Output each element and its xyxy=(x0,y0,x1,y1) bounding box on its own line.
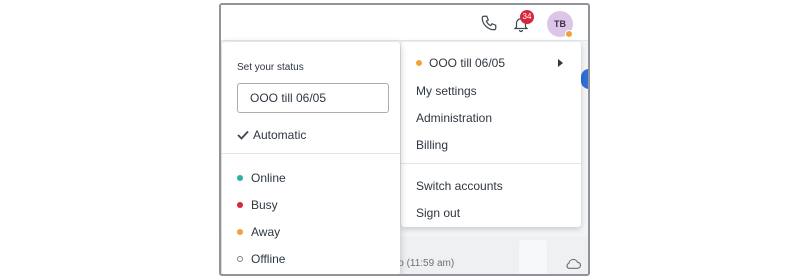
online-dot xyxy=(237,174,243,181)
status-panel-heading: Set your status xyxy=(237,62,304,73)
status-option-busy[interactable]: Busy xyxy=(237,198,278,212)
automatic-option[interactable]: Automatic xyxy=(237,128,306,142)
status-option-label: Busy xyxy=(251,198,278,212)
status-panel: Set your status Automatic Online Busy Aw… xyxy=(222,42,400,274)
menu-item-billing[interactable]: Billing xyxy=(416,138,448,152)
caret-right-icon xyxy=(558,59,563,67)
status-option-away[interactable]: Away xyxy=(237,225,280,239)
phone-icon[interactable] xyxy=(480,14,498,32)
background-card xyxy=(519,240,547,274)
menu-item-current-status[interactable]: OOO till 06/05 xyxy=(416,56,505,70)
status-option-label: Online xyxy=(251,171,286,185)
menu-item-administration[interactable]: Administration xyxy=(416,111,492,125)
check-icon xyxy=(237,130,249,140)
menu-item-sign-out[interactable]: Sign out xyxy=(416,206,460,220)
away-status-dot xyxy=(416,59,422,66)
app-window: 34 TB rs ago (11:59 am) OOO till 06/05 M… xyxy=(219,3,590,276)
cloud-icon[interactable] xyxy=(564,256,582,270)
current-status-label: OOO till 06/05 xyxy=(429,56,506,70)
status-option-online[interactable]: Online xyxy=(237,171,286,185)
menu-divider xyxy=(401,163,581,164)
status-option-offline[interactable]: Offline xyxy=(237,252,285,266)
side-tab xyxy=(581,69,588,89)
menu-item-switch-accounts[interactable]: Switch accounts xyxy=(416,179,503,193)
status-option-label: Away xyxy=(251,225,281,239)
account-menu: OOO till 06/05 My settings Administratio… xyxy=(401,42,581,227)
avatar-status-dot xyxy=(565,30,573,38)
automatic-label: Automatic xyxy=(253,128,307,142)
away-dot xyxy=(237,228,243,235)
notification-badge: 34 xyxy=(520,10,534,24)
offline-dot xyxy=(237,255,243,262)
top-bar: 34 TB xyxy=(221,5,588,41)
notifications-button[interactable]: 34 xyxy=(512,10,534,34)
status-message-input[interactable] xyxy=(237,83,389,113)
busy-dot xyxy=(237,201,243,208)
status-divider xyxy=(222,153,400,154)
status-option-label: Offline xyxy=(251,252,286,266)
menu-item-my-settings[interactable]: My settings xyxy=(416,84,477,98)
